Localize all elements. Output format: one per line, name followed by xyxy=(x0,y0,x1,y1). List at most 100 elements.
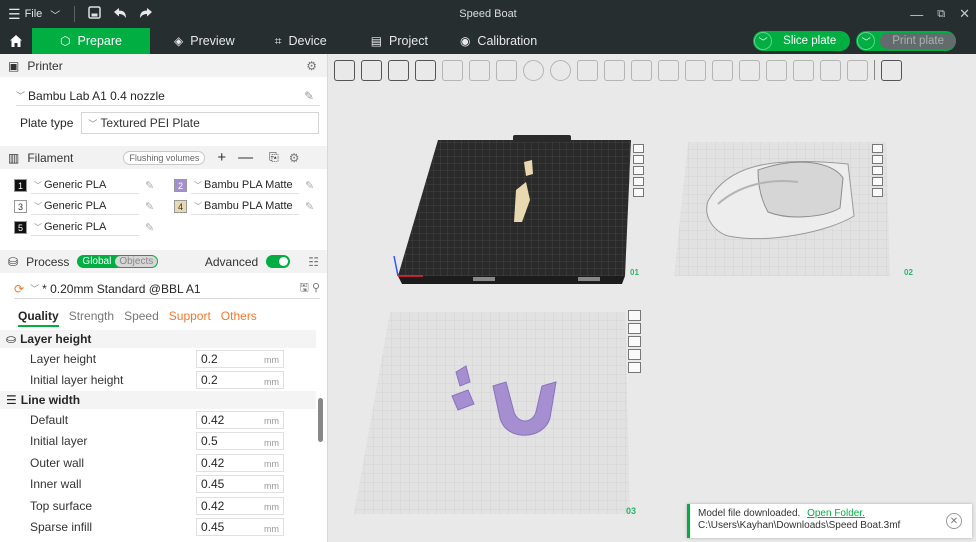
filament-item[interactable]: 2 ﹀ Bambu PLA Matte ✎ xyxy=(174,177,327,194)
fullscreen-icon[interactable] xyxy=(847,59,868,81)
process-list-icon[interactable]: ☷ xyxy=(308,255,319,269)
slice-plate-button[interactable]: ﹀ Slice plate xyxy=(753,31,851,51)
add-plate-icon[interactable] xyxy=(361,59,382,81)
edit-icon[interactable]: ✎ xyxy=(145,200,154,213)
tab-calibration[interactable]: ◉ Calibration xyxy=(442,28,551,54)
tab-strength[interactable]: Strength xyxy=(69,309,114,327)
plate-03[interactable] xyxy=(354,312,630,514)
delete-plate-icon[interactable] xyxy=(633,144,644,153)
save-icon[interactable] xyxy=(81,6,107,22)
split-parts-icon[interactable] xyxy=(469,59,490,81)
delete-plate-icon[interactable] xyxy=(872,144,883,153)
lock-plate-icon[interactable] xyxy=(633,177,644,186)
filament-item[interactable]: 5 ﹀ Generic PLA ✎ xyxy=(14,219,174,236)
tab-preview[interactable]: ◈ Preview xyxy=(150,28,249,54)
redo-icon[interactable] xyxy=(133,7,159,22)
orient-plate-icon[interactable] xyxy=(628,323,641,334)
remove-filament-icon[interactable]: — xyxy=(238,149,253,166)
tab-speed[interactable]: Speed xyxy=(124,309,159,327)
print-plate-button[interactable]: ﹀ Print plate xyxy=(856,31,956,51)
boolean-icon[interactable] xyxy=(658,59,679,81)
filament-name[interactable]: ﹀ Generic PLA xyxy=(31,198,139,215)
plate-settings-icon[interactable] xyxy=(628,362,641,373)
auto-orient-icon[interactable] xyxy=(388,59,409,81)
tab-device[interactable]: ⌗ Device xyxy=(249,28,341,54)
filament-item[interactable]: 4 ﹀ Bambu PLA Matte ✎ xyxy=(174,198,327,215)
add-filament-icon[interactable]: + xyxy=(217,149,226,166)
minimize-icon[interactable]: — xyxy=(910,7,923,22)
chevron-down-icon[interactable]: ﹀ xyxy=(42,7,68,22)
add-object-icon[interactable] xyxy=(334,59,355,81)
seam-paint-icon[interactable] xyxy=(712,59,733,81)
close-icon[interactable]: ✕ xyxy=(959,6,970,22)
move-icon[interactable] xyxy=(523,59,544,81)
chevron-down-icon[interactable]: ﹀ xyxy=(857,32,876,50)
lock-plate-icon[interactable] xyxy=(872,177,883,186)
settings-scrollbar[interactable] xyxy=(318,398,323,442)
filament-item[interactable]: 1 ﹀ Generic PLA ✎ xyxy=(14,177,174,194)
advanced-toggle[interactable] xyxy=(266,255,291,268)
arrange-plate-icon[interactable] xyxy=(628,336,641,347)
arrange-plate-icon[interactable] xyxy=(633,166,644,175)
edit-icon[interactable]: ✎ xyxy=(145,179,154,192)
tab-quality[interactable]: Quality xyxy=(18,309,59,327)
search-icon[interactable]: ⚲ xyxy=(312,282,320,294)
global-option[interactable]: Global xyxy=(78,256,116,267)
filament-color-swatch[interactable]: 5 xyxy=(14,221,27,234)
split-objects-icon[interactable] xyxy=(442,59,463,81)
tab-others[interactable]: Others xyxy=(221,309,257,327)
printer-settings-icon[interactable]: ⚙ xyxy=(306,59,317,73)
global-objects-switch[interactable]: Global Objects xyxy=(77,255,159,268)
chevron-down-icon[interactable]: ﹀ xyxy=(754,32,773,50)
view-settings-icon[interactable] xyxy=(881,59,902,81)
delete-plate-icon[interactable] xyxy=(628,310,641,321)
color-paint-icon[interactable] xyxy=(766,59,787,81)
3d-viewport[interactable]: 01 02 03 xyxy=(328,86,976,542)
filament-settings-icon[interactable]: ⚙ xyxy=(289,151,300,165)
home-icon[interactable] xyxy=(0,28,32,54)
orient-plate-icon[interactable] xyxy=(633,155,644,164)
tab-prepare[interactable]: ⬡ Prepare xyxy=(32,28,150,54)
filament-name[interactable]: ﹀ Bambu PLA Matte xyxy=(191,198,299,215)
tab-support[interactable]: Support xyxy=(169,309,211,327)
arrange-icon[interactable] xyxy=(415,59,436,81)
cut-icon[interactable] xyxy=(631,59,652,81)
close-icon[interactable]: ✕ xyxy=(946,513,962,529)
flushing-volumes-button[interactable]: Flushing volumes xyxy=(123,150,206,165)
plate-settings-icon[interactable] xyxy=(872,188,883,197)
printer-selector[interactable]: ﹀ Bambu Lab A1 0.4 nozzle ✎ xyxy=(16,86,320,106)
edit-icon[interactable]: ✎ xyxy=(304,89,314,103)
filament-name[interactable]: ﹀ Generic PLA xyxy=(31,177,139,194)
filament-color-swatch[interactable]: 4 xyxy=(174,200,187,213)
objects-option[interactable]: Objects xyxy=(115,256,158,267)
rotate-icon[interactable] xyxy=(550,59,571,81)
plate-01[interactable] xyxy=(393,135,631,284)
filament-name[interactable]: ﹀ Generic PLA xyxy=(31,219,139,236)
filament-name[interactable]: ﹀ Bambu PLA Matte xyxy=(191,177,299,194)
filament-sync-icon[interactable]: ⎘ xyxy=(269,150,279,165)
arrange-plate-icon[interactable] xyxy=(872,166,883,175)
edit-icon[interactable]: ✎ xyxy=(305,179,314,192)
support-paint-icon[interactable] xyxy=(685,59,706,81)
layers-icon[interactable] xyxy=(496,59,517,81)
file-menu-button[interactable]: ☰ File xyxy=(0,6,42,23)
open-folder-link[interactable]: Open Folder. xyxy=(807,508,865,519)
undo-icon[interactable] xyxy=(107,7,133,22)
assembly-icon[interactable] xyxy=(820,59,841,81)
plate-settings-icon[interactable] xyxy=(633,188,644,197)
restore-icon[interactable]: ⧉ xyxy=(937,8,945,21)
save-preset-icon[interactable]: 🖫 xyxy=(300,282,309,294)
tab-project[interactable]: ▤ Project xyxy=(341,28,442,54)
filament-color-swatch[interactable]: 3 xyxy=(14,200,27,213)
lock-plate-icon[interactable] xyxy=(628,349,641,360)
orient-plate-icon[interactable] xyxy=(872,155,883,164)
edit-icon[interactable]: ✎ xyxy=(145,221,154,234)
filament-item[interactable]: 3 ﹀ Generic PLA ✎ xyxy=(14,198,174,215)
reset-icon[interactable]: ⟳ xyxy=(14,282,24,296)
filament-color-swatch[interactable]: 2 xyxy=(174,179,187,192)
filament-color-swatch[interactable]: 1 xyxy=(14,179,27,192)
measure-icon[interactable] xyxy=(793,59,814,81)
scale-icon[interactable] xyxy=(577,59,598,81)
process-preset-selector[interactable]: ⟳ ﹀ * 0.20mm Standard @BBL A1 🖫 ⚲ xyxy=(14,279,320,299)
lay-on-face-icon[interactable] xyxy=(604,59,625,81)
